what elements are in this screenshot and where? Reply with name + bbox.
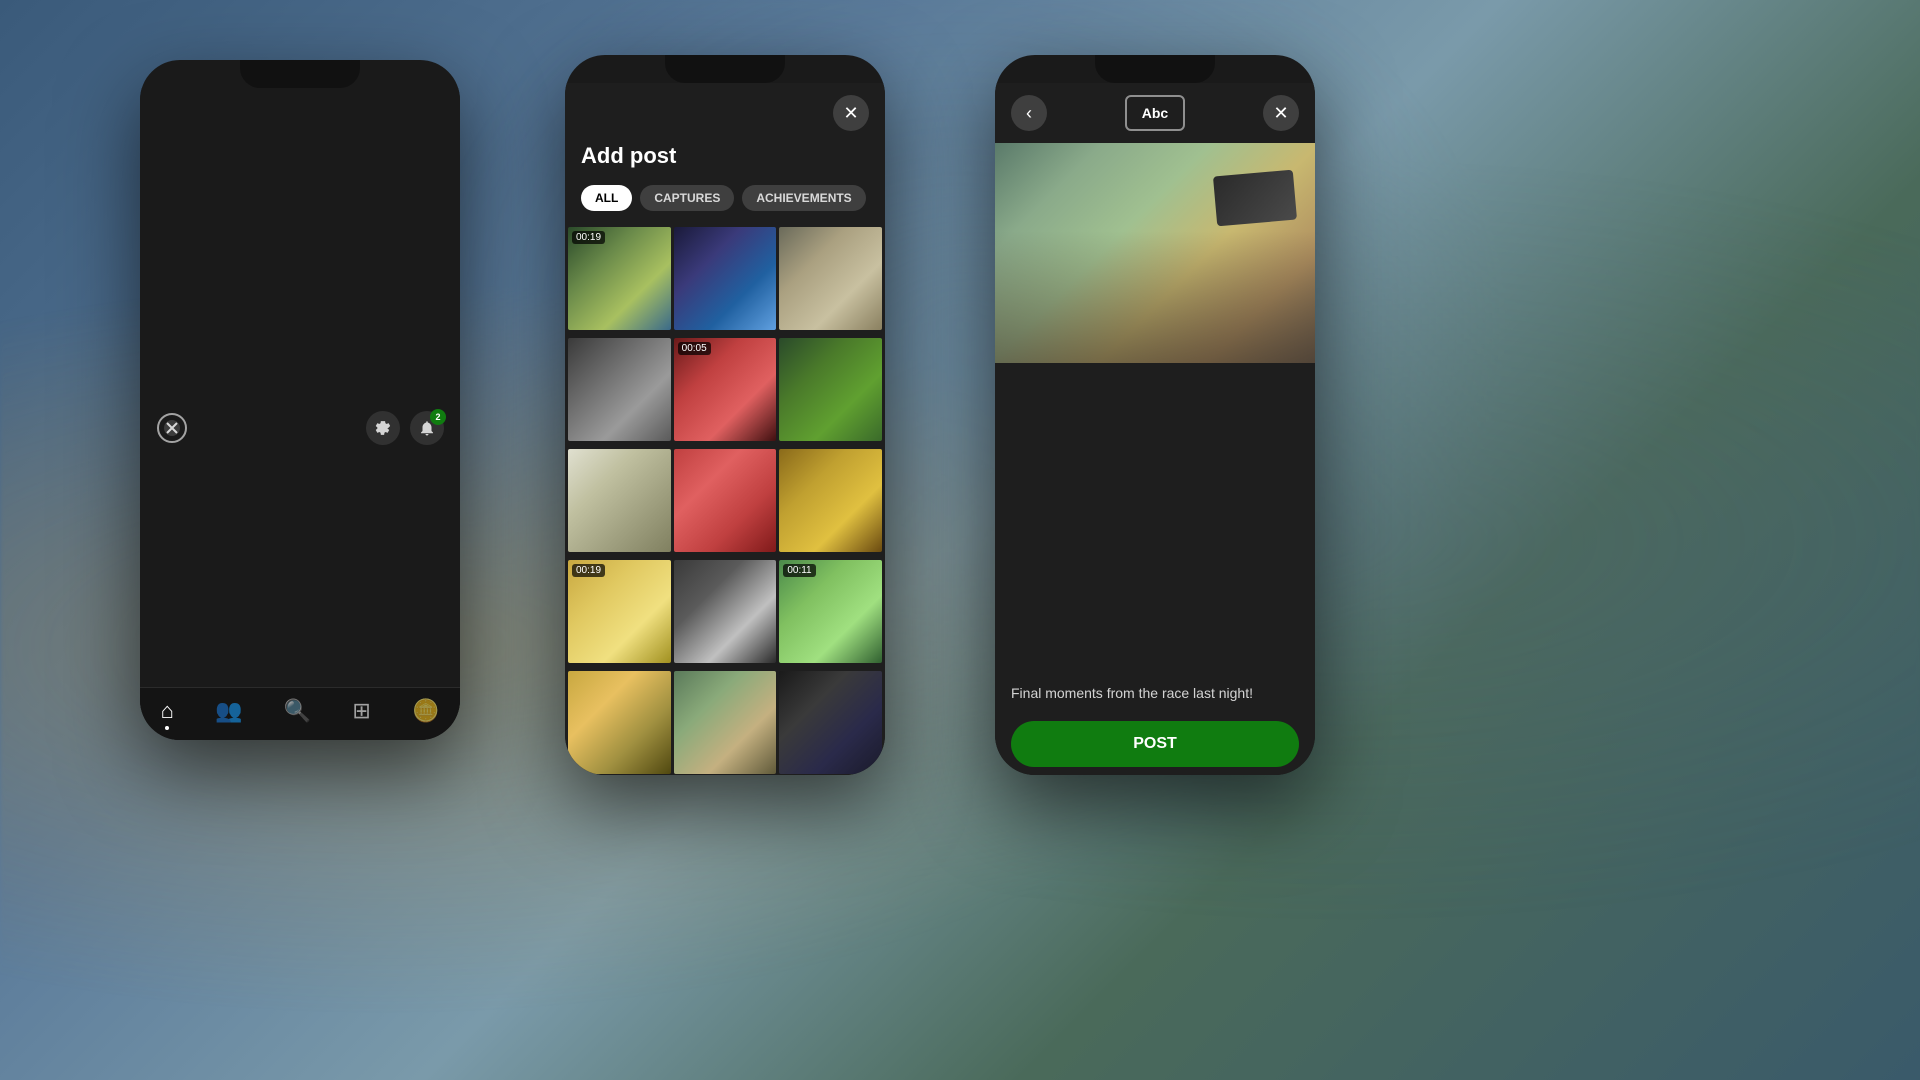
notification-badge: 2 [430, 409, 446, 425]
media-thumb-2[interactable] [674, 227, 777, 330]
close-button-right[interactable]: ✕ [1263, 95, 1299, 131]
xbox-logo [156, 412, 188, 444]
media-thumb-13[interactable] [568, 671, 671, 774]
back-button[interactable]: ‹ [1011, 95, 1047, 131]
media-thumb-3[interactable] [779, 227, 882, 330]
close-button[interactable]: ✕ [833, 95, 869, 131]
home-icon: ⌂ [161, 698, 174, 724]
media-thumb-4[interactable] [568, 338, 671, 441]
nav-profile[interactable]: 🪙 [412, 698, 439, 724]
nav-friends[interactable]: 👥 [215, 698, 242, 724]
phone-notch-left [240, 60, 360, 88]
library-icon: ⊞ [352, 698, 370, 724]
duration-badge-5: 00:05 [678, 342, 711, 355]
nav-active-indicator [165, 726, 169, 730]
center-phone: ✕ Add post ALL CAPTURES ACHIEVEMENTS 00:… [565, 55, 885, 775]
media-thumb-7[interactable] [568, 449, 671, 552]
media-thumb-12[interactable]: 00:11 [779, 560, 882, 663]
view-header: ‹ Abc ✕ [995, 83, 1315, 143]
post-preview-view: ‹ Abc ✕ Final moments from the race last… [995, 83, 1315, 775]
phone-notch-right [1095, 55, 1215, 83]
phone-notch-center [665, 55, 785, 83]
modal-title: Add post [565, 143, 885, 185]
media-thumb-6[interactable] [779, 338, 882, 441]
nav-home[interactable]: ⌂ [161, 698, 174, 724]
right-phone: ‹ Abc ✕ Final moments from the race last… [995, 55, 1315, 775]
post-caption[interactable]: Final moments from the race last night! [995, 675, 1315, 711]
add-post-modal: ✕ Add post ALL CAPTURES ACHIEVEMENTS 00:… [565, 83, 885, 775]
left-phone: 2 Forza Horizon 5 Jump back in Or th Get… [140, 60, 460, 740]
settings-button[interactable] [366, 411, 400, 445]
search-icon: 🔍 [284, 698, 311, 724]
filter-tab-all[interactable]: ALL [581, 185, 632, 211]
bottom-nav: ⌂ 👥 🔍 ⊞ 🪙 [140, 687, 460, 740]
filter-tab-achievements[interactable]: ACHIEVEMENTS [742, 185, 865, 211]
post-button[interactable]: POST [1011, 721, 1299, 767]
nav-search[interactable]: 🔍 [284, 698, 311, 724]
filter-tabs: ALL CAPTURES ACHIEVEMENTS [565, 185, 885, 227]
media-thumb-1[interactable]: 00:19 [568, 227, 671, 330]
media-thumb-14[interactable] [674, 671, 777, 774]
duration-badge-12: 00:11 [783, 564, 815, 577]
media-thumb-9[interactable] [779, 449, 882, 552]
modal-header: ✕ [565, 83, 885, 143]
nav-library[interactable]: ⊞ [352, 698, 370, 724]
duration-badge-1: 00:19 [572, 231, 605, 244]
media-thumb-11[interactable] [674, 560, 777, 663]
media-thumb-8[interactable] [674, 449, 777, 552]
media-thumb-5[interactable]: 00:05 [674, 338, 777, 441]
profile-icon: 🪙 [412, 698, 439, 724]
filter-tab-captures[interactable]: CAPTURES [640, 185, 734, 211]
notifications-button[interactable]: 2 [410, 411, 444, 445]
media-thumb-10[interactable]: 00:19 [568, 560, 671, 663]
text-style-button[interactable]: Abc [1125, 95, 1185, 131]
media-thumb-15[interactable] [779, 671, 882, 774]
media-grid: 00:19 00:05 00:19 00:11 [565, 227, 885, 775]
duration-badge-10: 00:19 [572, 564, 605, 577]
friends-icon: 👥 [215, 698, 242, 724]
header-icons: 2 [366, 411, 444, 445]
caption-area [995, 363, 1315, 675]
video-preview[interactable] [995, 143, 1315, 363]
